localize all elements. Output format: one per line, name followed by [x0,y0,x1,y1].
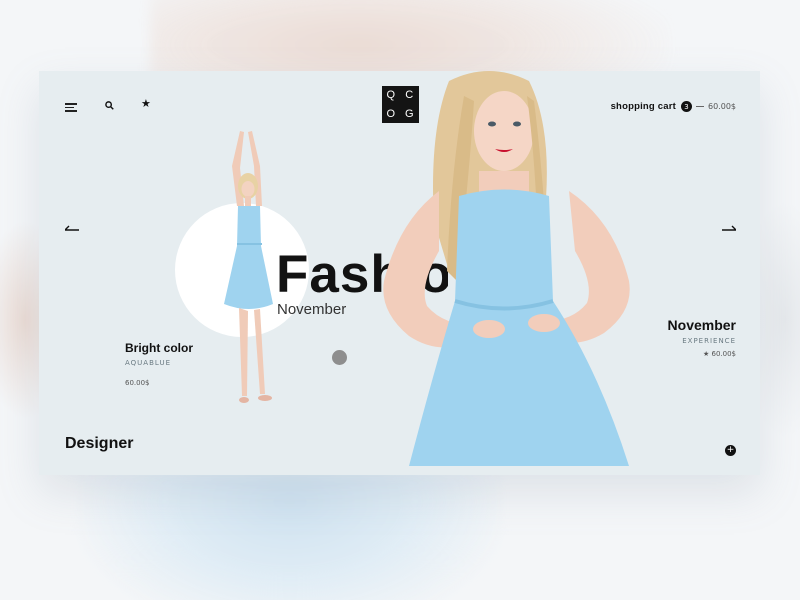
model-large-image[interactable] [339,71,669,475]
slider-indicator-dot[interactable] [332,350,347,365]
star-icon[interactable]: ★ [141,98,151,109]
product-right-title: November [667,317,736,333]
menu-icon[interactable] [65,103,77,112]
cart-divider [696,106,704,107]
cart-total: 60.00$ [708,102,736,111]
model-small-image[interactable] [204,126,289,416]
background-blur-bottom [80,470,500,600]
product-right[interactable]: November EXPERIENCE ★ 60.00$ [668,317,736,358]
search-icon[interactable] [105,101,114,110]
designer-label: Designer [65,435,134,452]
cart-count-badge: 3 [681,101,692,112]
product-left-price: 60.00$ [125,379,150,387]
product-left-subtitle: AQUABLUE [125,359,171,367]
star-icon: ★ [702,350,710,358]
hero-card: ★ Q C O G shopping cart 3 60.00$ Fashion… [39,71,760,475]
product-right-price-row: ★ 60.00$ [668,350,736,358]
plus-icon[interactable]: + [725,445,736,456]
product-left[interactable]: Bright color AQUABLUE 60.00$ [125,341,193,387]
arrow-left-icon[interactable] [64,221,79,233]
product-right-price: 60.00$ [711,350,737,358]
product-left-title: Bright color [125,341,193,355]
product-right-subtitle: EXPERIENCE [682,337,736,345]
arrow-right-icon[interactable] [722,221,737,233]
